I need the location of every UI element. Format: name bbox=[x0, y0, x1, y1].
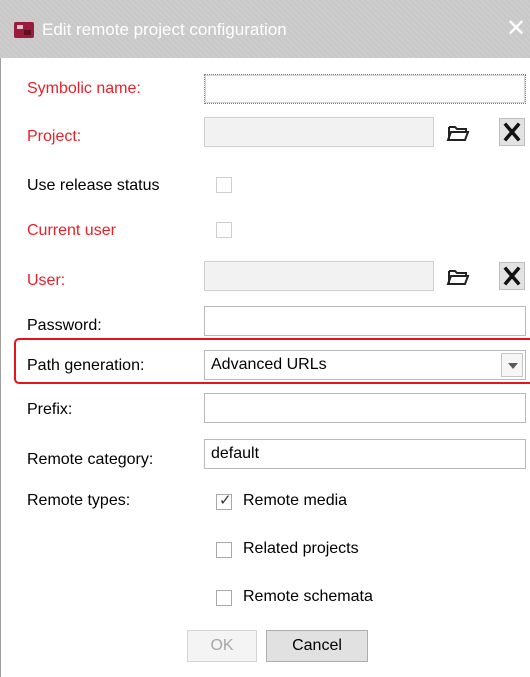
remote-media-checkbox[interactable]: ✓ bbox=[216, 492, 232, 510]
project-clear-button[interactable] bbox=[499, 118, 525, 146]
remote-schemata-label: Remote schemata bbox=[243, 588, 373, 605]
path-generation-value: Advanced URLs bbox=[211, 356, 327, 373]
cancel-button[interactable]: Cancel bbox=[266, 630, 368, 662]
use-release-status-checkbox[interactable] bbox=[216, 177, 232, 193]
close-icon[interactable]: ✕ bbox=[502, 14, 530, 44]
user-browse-button[interactable] bbox=[444, 262, 472, 290]
remote-media-label: Remote media bbox=[243, 492, 348, 509]
prefix-label: Prefix: bbox=[27, 401, 73, 418]
related-projects-label: Related projects bbox=[243, 540, 359, 557]
symbolic-name-label: Symbolic name: bbox=[27, 80, 141, 97]
remote-schemata-checkbox[interactable] bbox=[216, 590, 232, 606]
chevron-down-icon[interactable] bbox=[501, 353, 523, 377]
folder-open-icon bbox=[446, 270, 470, 285]
user-label: User: bbox=[27, 272, 66, 289]
ok-button[interactable]: OK bbox=[187, 630, 257, 662]
project-input[interactable] bbox=[204, 117, 434, 147]
prefix-input[interactable] bbox=[204, 393, 526, 423]
related-projects-checkbox[interactable] bbox=[216, 542, 232, 558]
current-user-checkbox[interactable] bbox=[216, 222, 232, 238]
use-release-status-label: Use release status bbox=[27, 177, 160, 194]
remote-types-label: Remote types: bbox=[27, 492, 131, 509]
remote-category-input[interactable] bbox=[204, 439, 526, 469]
checkmark-icon: ✓ bbox=[219, 492, 232, 509]
password-field[interactable] bbox=[204, 306, 526, 336]
symbolic-name-input[interactable] bbox=[204, 74, 526, 104]
folder-open-icon bbox=[446, 126, 470, 141]
path-generation-select[interactable]: Advanced URLs bbox=[204, 350, 526, 380]
user-input[interactable] bbox=[204, 261, 434, 291]
user-clear-button[interactable] bbox=[499, 262, 525, 290]
dialog-border bbox=[0, 58, 1, 677]
app-logo-icon bbox=[14, 22, 34, 38]
project-label: Project: bbox=[27, 128, 82, 145]
project-browse-button[interactable] bbox=[444, 118, 472, 146]
dialog-titlebar: Edit remote project configuration ✕ bbox=[0, 0, 530, 58]
current-user-label: Current user bbox=[27, 222, 116, 239]
close-icon bbox=[503, 122, 521, 142]
password-label: Password: bbox=[27, 317, 102, 334]
dialog-title: Edit remote project configuration bbox=[42, 20, 287, 39]
path-generation-label: Path generation: bbox=[27, 357, 145, 374]
close-icon bbox=[503, 266, 521, 286]
remote-category-label: Remote category: bbox=[27, 451, 154, 468]
